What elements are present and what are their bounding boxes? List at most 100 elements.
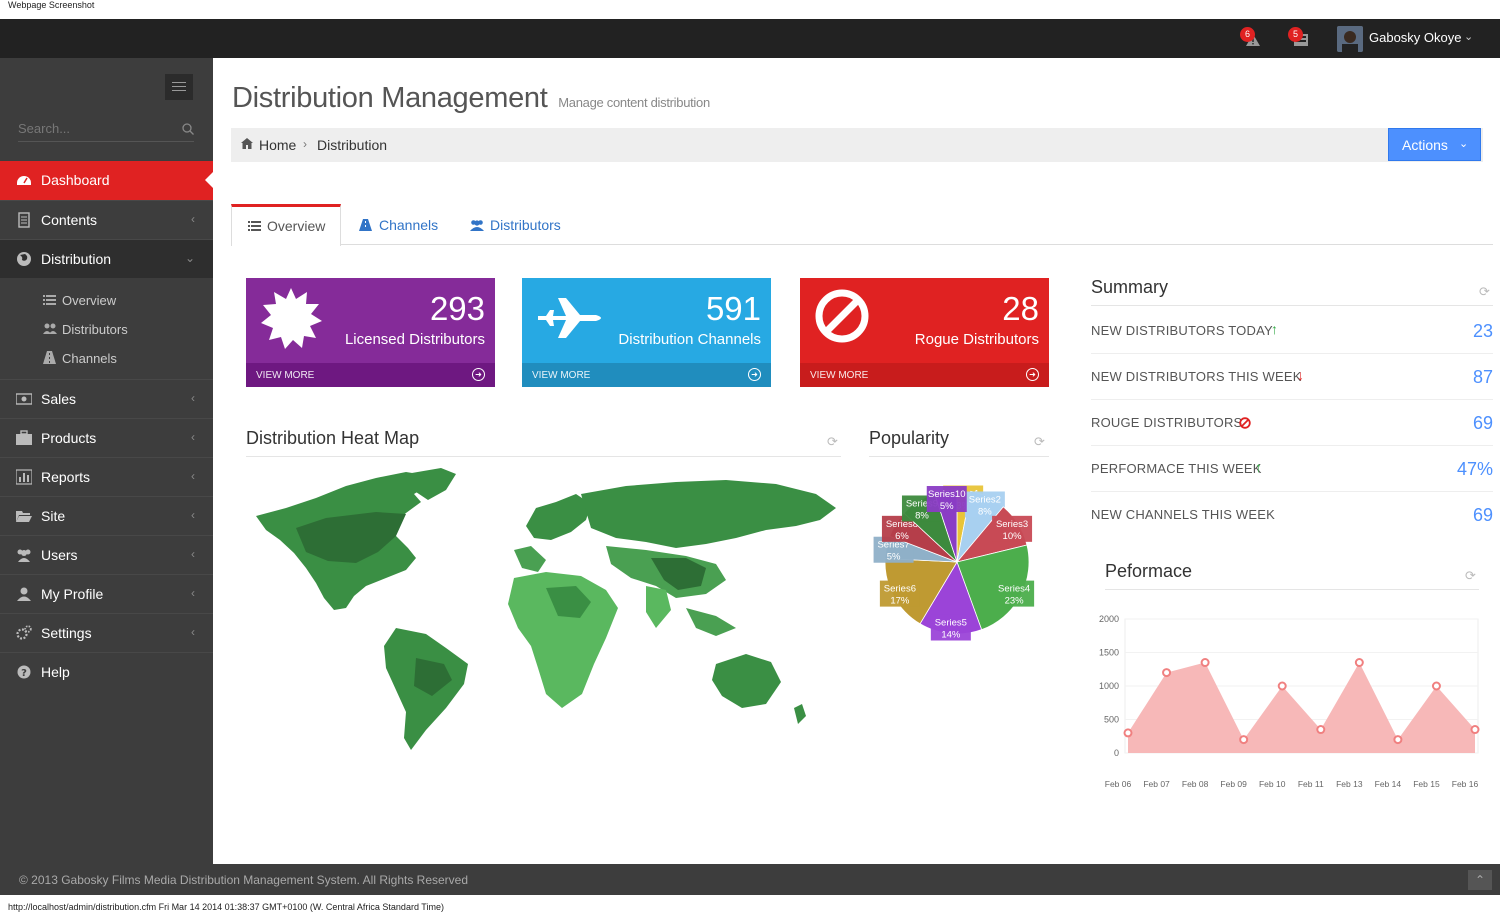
reload-icon[interactable]: ⟳ [1465,568,1476,584]
y-tick-label: 500 [1104,715,1119,725]
svg-text:Series10: Series10 [928,489,966,500]
arrow-up-icon: ↑ [1255,459,1262,475]
tab-distributors[interactable]: Distributors [470,204,580,245]
sidebar-search [18,120,194,142]
sidebar-item-site[interactable]: Site ‹ [0,496,213,535]
notification-alerts[interactable]: 6 [1240,27,1264,51]
y-tick-label: 2000 [1099,614,1119,624]
sidebar-toggle-button[interactable] [165,74,193,100]
top-navbar: 6 5 Gabosky Okoye ⌄ [0,19,1500,58]
sidebar-item-my-profile[interactable]: My Profile ‹ [0,574,213,613]
svg-text:Series3: Series3 [996,519,1028,530]
data-point[interactable] [1239,735,1249,745]
chevron-left-icon: ‹ [191,430,195,444]
svg-text:Series4: Series4 [998,584,1030,595]
stat-label: Rogue Distributors [914,331,1039,348]
reload-icon[interactable]: ⟳ [1034,434,1045,450]
summary-row: PERFORMACE THIS WEEK ↑ 47% [1091,446,1493,492]
svg-text:Series6: Series6 [884,584,916,595]
stat-card-distribution-channels: 591 Distribution Channels VIEW MORE ➜ [522,278,771,387]
view-more-link[interactable]: VIEW MORE ➜ [246,363,495,387]
svg-text:?: ? [21,668,27,679]
submenu-item-channels[interactable]: Channels [0,344,213,373]
data-point[interactable] [1200,658,1210,668]
reload-icon[interactable]: ⟳ [1479,284,1490,300]
breadcrumb-current: Distribution [317,137,388,153]
y-tick-label: 1000 [1099,681,1119,691]
actions-button[interactable]: Actions ⌄ [1388,128,1481,161]
chevron-down-icon: ⌄ [1459,138,1469,150]
pie-slice-label: Series105% [926,486,967,513]
sidebar-item-users[interactable]: Users ‹ [0,535,213,574]
inbox-badge: 5 [1288,27,1303,42]
sidebar-item-products[interactable]: Products ‹ [0,418,213,457]
search-input[interactable] [18,121,168,136]
stat-number: 293 [429,290,485,327]
tabs: Overview Channels Distributors [231,204,1493,246]
submenu-item-overview[interactable]: Overview [0,286,213,315]
breadcrumb-home-link[interactable]: Home [259,137,296,153]
x-tick-label: Feb 11 [1298,779,1324,789]
summary-row: NEW CHANNELS THIS WEEK 69 [1091,505,1493,525]
user-name[interactable]: Gabosky Okoye [1369,30,1462,45]
chevron-left-icon: ‹ [191,547,195,561]
sidebar-item-reports[interactable]: Reports ‹ [0,457,213,496]
svg-text:6%: 6% [895,531,909,542]
svg-text:14%: 14% [941,630,961,641]
y-tick-label: 1500 [1099,648,1119,658]
svg-text:8%: 8% [978,506,992,517]
data-point[interactable] [1316,725,1326,735]
sidebar-item-distribution[interactable]: Distribution ⌄ [0,239,213,278]
view-more-link[interactable]: VIEW MORE ➜ [800,363,1049,387]
summary-row: NEW DISTRIBUTORS TODAY ↑ 23 [1091,308,1493,354]
svg-text:10%: 10% [1003,531,1023,542]
folder-open-icon [16,511,32,522]
sidebar-item-help[interactable]: ? Help [0,652,213,691]
reload-icon[interactable]: ⟳ [827,434,838,450]
sidebar-item-contents[interactable]: Contents ‹ [0,200,213,239]
data-point[interactable] [1162,668,1172,678]
notification-inbox[interactable]: 5 [1288,27,1312,51]
data-point[interactable] [1431,681,1441,691]
heatmap-title: Distribution Heat Map [246,428,420,448]
x-tick-label: Feb 13 [1336,779,1363,789]
data-point[interactable] [1470,725,1480,735]
avatar[interactable] [1337,26,1363,52]
svg-text:Series5: Series5 [935,618,967,629]
user-icon [17,587,31,601]
list-icon [248,221,261,231]
search-icon[interactable] [182,123,194,135]
sidebar-nav: Dashboard Contents ‹ Distribution ⌄ Over… [0,161,213,691]
stat-label: Distribution Channels [618,331,761,348]
road-icon [43,351,56,364]
pie-slice-label: Series423% [994,580,1035,607]
tab-channels[interactable]: Channels [359,204,454,245]
world-heat-map[interactable] [246,468,841,758]
chevron-up-icon[interactable]: ⌃ [1468,870,1492,890]
sidebar-item-sales[interactable]: Sales ‹ [0,379,213,418]
data-point[interactable] [1123,728,1133,738]
chevron-down-icon[interactable]: ⌄ [1464,30,1473,43]
distribution-submenu: Overview Distributors Channels [0,278,213,379]
plane-icon [538,298,601,338]
data-point[interactable] [1277,681,1287,691]
dashboard-icon [17,176,31,185]
certificate-icon [261,288,322,349]
chevron-down-icon: ⌄ [184,251,195,265]
stat-label: Licensed Distributors [344,331,485,348]
group-icon [43,323,57,334]
sidebar-item-settings[interactable]: Settings ‹ [0,613,213,652]
data-point[interactable] [1393,735,1403,745]
data-point[interactable] [1354,658,1364,668]
stat-card-rogue-distributors: 28 Rogue Distributors VIEW MORE ➜ [800,278,1049,387]
submenu-item-distributors[interactable]: Distributors [0,315,213,344]
arrow-circle-right-icon: ➜ [748,368,761,381]
svg-text:8%: 8% [915,510,929,521]
performance-area-chart[interactable]: 2000 1500 1000 500 0 Feb 06 Feb 07 Feb 08 Feb 09… [1093,603,1493,793]
popularity-pie-chart[interactable]: Series13%Series28%Series310%Series423%Se… [869,478,1049,658]
svg-text:Series2: Series2 [969,494,1001,505]
view-more-link[interactable]: VIEW MORE ➜ [522,363,771,387]
tab-overview[interactable]: Overview [231,204,341,246]
sidebar-item-dashboard[interactable]: Dashboard [0,161,213,200]
chevron-left-icon: ‹ [191,212,195,226]
